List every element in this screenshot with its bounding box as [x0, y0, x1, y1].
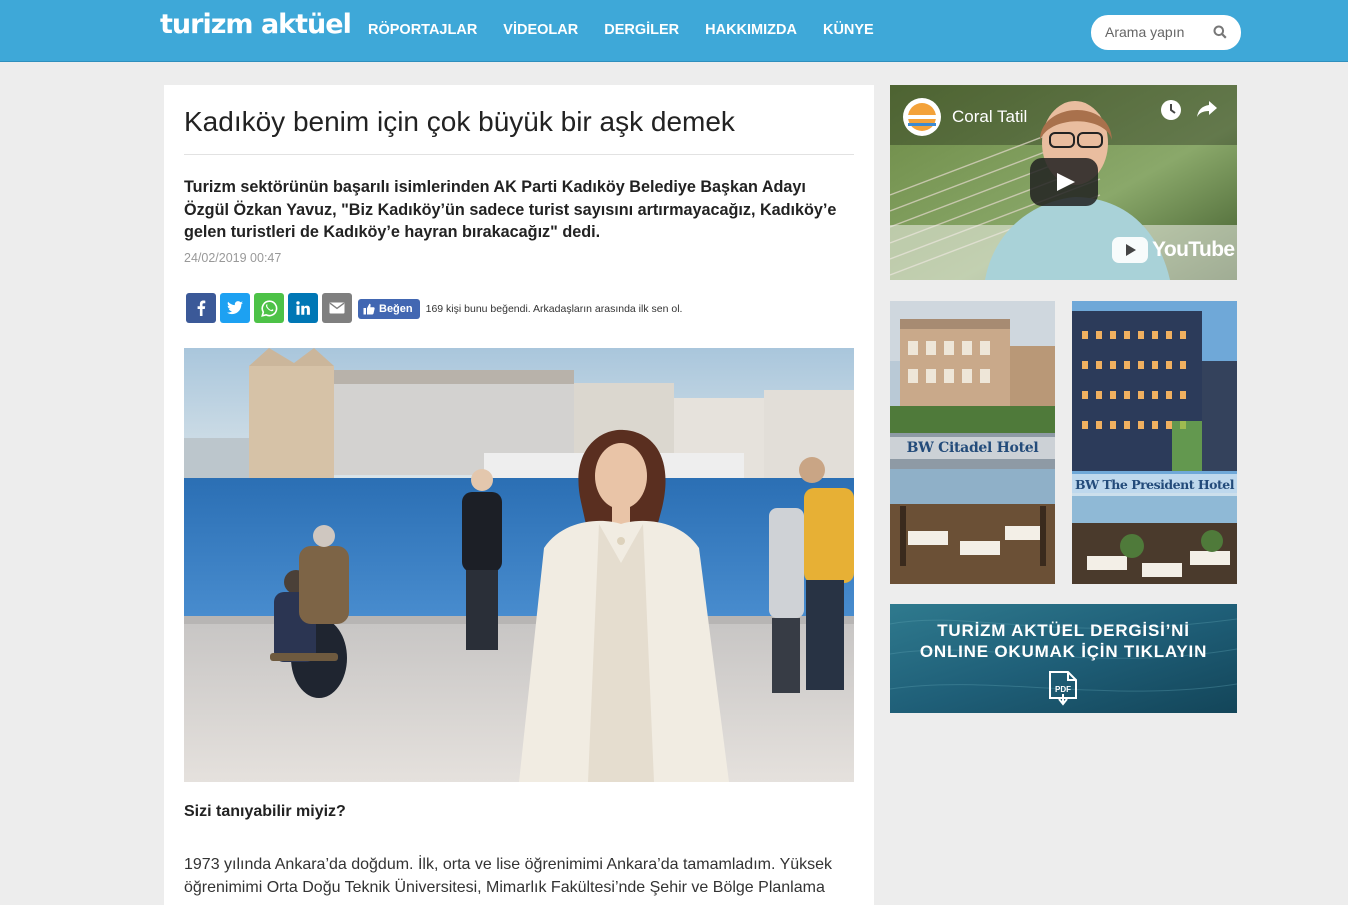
email-icon[interactable]	[322, 293, 352, 323]
search-icon[interactable]	[1213, 25, 1227, 44]
article-title: Kadıköy benim için çok büyük bir aşk dem…	[184, 106, 735, 137]
whatsapp-icon[interactable]	[254, 293, 284, 323]
article-photo	[184, 348, 854, 782]
play-button-icon[interactable]	[1030, 158, 1098, 211]
like-label: Beğen	[379, 303, 413, 315]
top-navbar: turizm aktüel RÖPORTAJLAR VİDEOLAR DERGİ…	[0, 0, 1348, 62]
like-count-text: 169 kişi bunu beğendi. Arkadaşların aras…	[425, 303, 683, 315]
share-icon[interactable]	[1196, 99, 1218, 124]
nav-item-videolar[interactable]: VİDEOLAR	[503, 22, 578, 38]
article-body: 1973 yılında Ankara’da doğdum. İlk, orta…	[184, 856, 833, 896]
watch-later-icon[interactable]	[1160, 99, 1182, 126]
banner-line-1: TURİZM AKTÜEL DERGİSİ’Nİ	[937, 621, 1190, 640]
nav-item-hakkimizda[interactable]: HAKKIMIZDA	[705, 22, 797, 38]
hotel-ad-president[interactable]: BW The President Hotel	[1072, 301, 1237, 584]
article-lead: Turizm sektörünün başarılı isimlerinden …	[184, 178, 837, 241]
hotel-name-citadel: BW Citadel Hotel	[890, 437, 1055, 459]
main-nav: RÖPORTAJLAR VİDEOLAR DERGİLER HAKKIMIZDA…	[368, 22, 874, 38]
hotel-ad-citadel[interactable]: BW Citadel Hotel	[890, 301, 1055, 584]
hotel-ads: BW Citadel Hotel BW The President Hotel	[890, 301, 1237, 584]
thumbs-up-icon	[363, 303, 375, 315]
title-divider	[184, 154, 854, 155]
channel-name[interactable]: Coral Tatil	[952, 107, 1027, 127]
search-input[interactable]	[1103, 23, 1215, 41]
nav-item-dergiler[interactable]: DERGİLER	[604, 22, 679, 38]
magazine-banner[interactable]: TURİZM AKTÜEL DERGİSİ’Nİ ONLINE OKUMAK İ…	[890, 604, 1237, 713]
nav-item-roportajlar[interactable]: RÖPORTAJLAR	[368, 22, 477, 38]
search-box	[1091, 15, 1241, 50]
pdf-label: PDF	[1055, 685, 1071, 694]
twitter-icon[interactable]	[220, 293, 250, 323]
pdf-icon: PDF	[1048, 670, 1078, 713]
banner-line-2: ONLINE OKUMAK İÇİN TIKLAYIN	[919, 642, 1208, 661]
hotel-name-president: BW The President Hotel	[1072, 474, 1237, 496]
article-date: 24/02/2019 00:47	[184, 251, 282, 265]
site-logo[interactable]: turizm aktüel	[160, 9, 352, 40]
facebook-like-widget: Beğen 169 kişi bunu beğendi. Arkadaşları…	[358, 299, 682, 319]
like-button[interactable]: Beğen	[358, 299, 420, 319]
article-card: Kadıköy benim için çok büyük bir aşk dem…	[164, 85, 874, 905]
facebook-icon[interactable]	[186, 293, 216, 323]
nav-item-kunye[interactable]: KÜNYE	[823, 22, 874, 38]
youtube-logo[interactable]: YouTube	[1112, 237, 1235, 263]
share-buttons	[186, 293, 352, 323]
linkedin-icon[interactable]	[288, 293, 318, 323]
video-embed[interactable]: Coral Tatil YouTube	[890, 85, 1237, 280]
banner-text: TURİZM AKTÜEL DERGİSİ’Nİ ONLINE OKUMAK İ…	[890, 620, 1237, 662]
section-subheading: Sizi tanıyabilir miyiz?	[184, 803, 346, 820]
